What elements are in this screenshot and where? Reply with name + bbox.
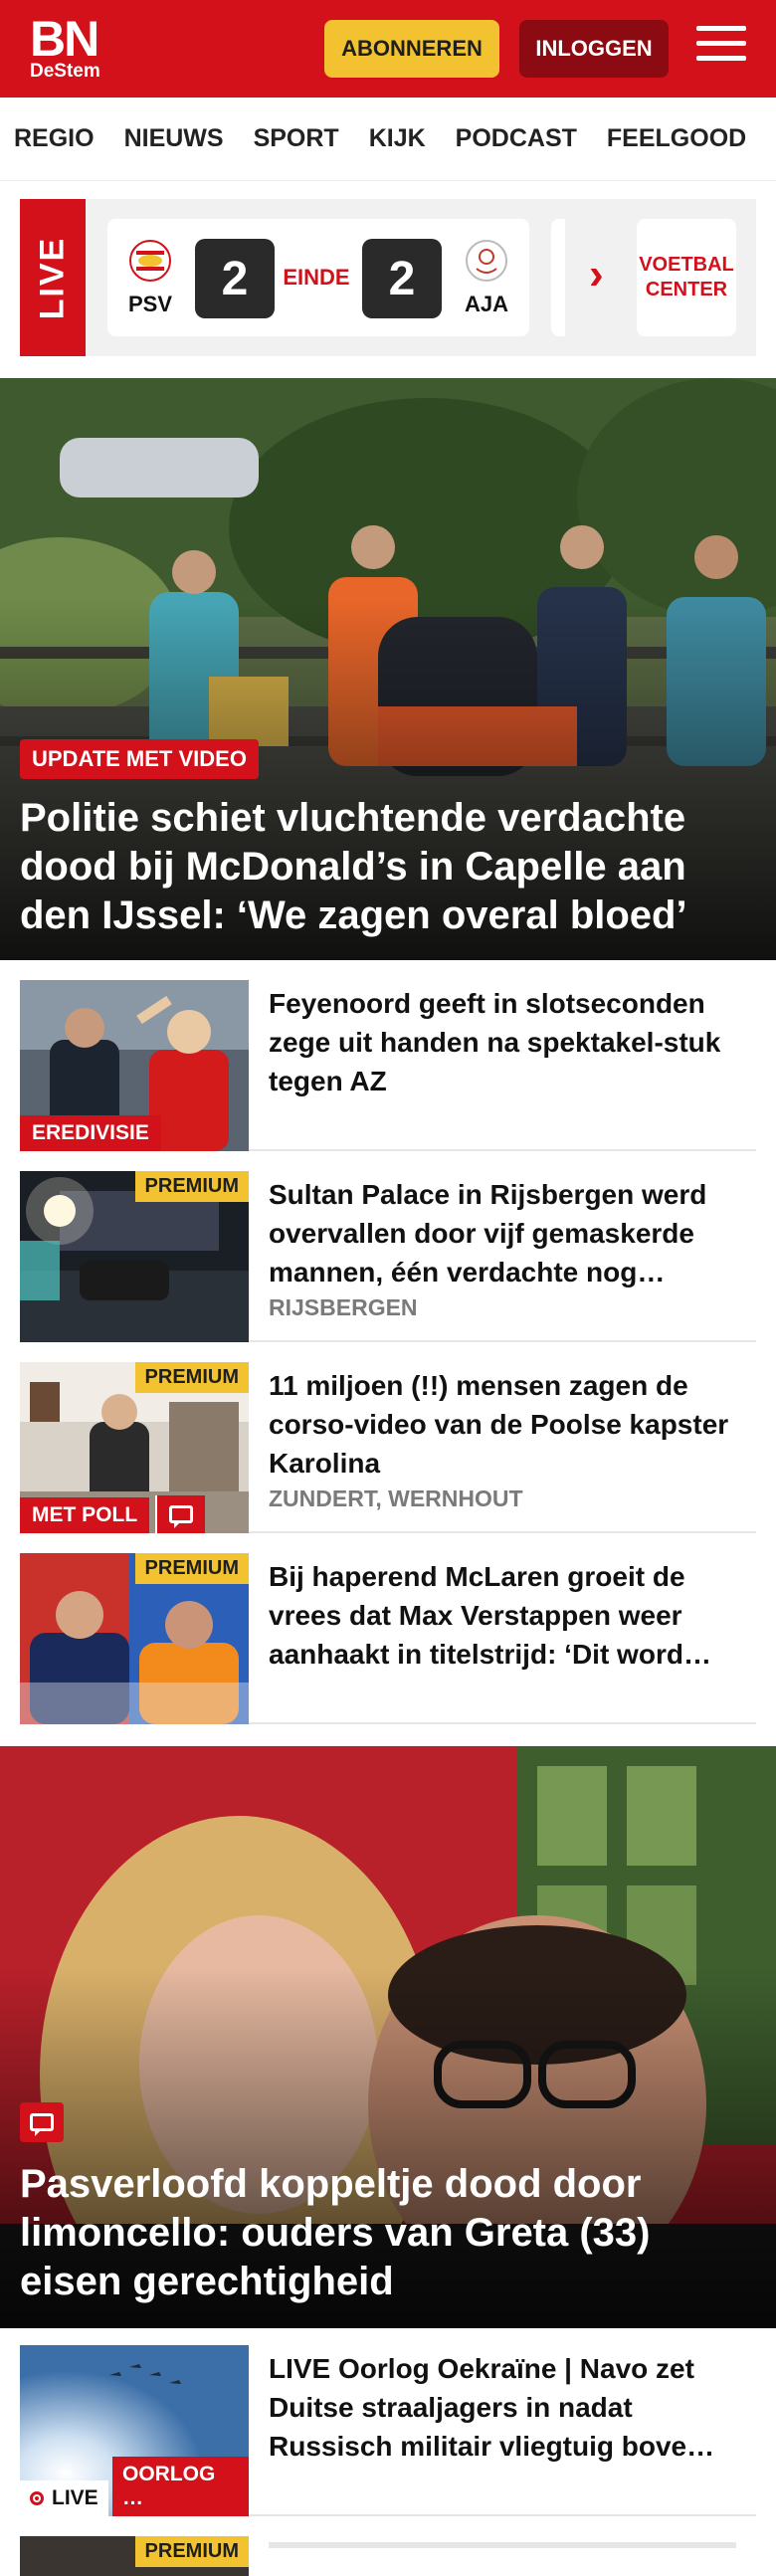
nav-item-kijk[interactable]: KIJK (369, 124, 426, 153)
article-title[interactable]: Sultan Palace in Rijsbergen werd overval… (269, 1175, 756, 1292)
away-team-name: AJA (464, 292, 508, 316)
nav-item-podcast[interactable]: PODCAST (456, 124, 577, 153)
home-team-name: PSV (127, 292, 173, 316)
chevron-right-icon[interactable]: › (589, 253, 604, 297)
list-item-next[interactable]: PREMIUM (20, 2536, 756, 2576)
subscribe-button[interactable]: ABONNEREN (324, 20, 499, 78)
logo-main: BN (30, 11, 99, 67)
list-item-verstappen[interactable]: PREMIUM Bij haperend McLaren groeit de v… (20, 1553, 756, 1724)
psv-crest-icon (129, 240, 171, 282)
article-title[interactable]: Bij haperend McLaren groeit de vrees dat… (269, 1557, 756, 1675)
hero-article-capelle[interactable]: UPDATE MET VIDEO Politie schiet vluchten… (0, 378, 776, 960)
list-item-corso-video[interactable]: PREMIUM MET POLL 11 miljoen (!!) mensen … (20, 1362, 756, 1533)
hero-article-limoncello[interactable]: Pasverloofd koppeltje dood door limoncel… (0, 1746, 776, 2328)
voetbal-center-button[interactable]: VOETBAL CENTER (637, 219, 736, 336)
nav-item-nieuws[interactable]: NIEUWS (124, 124, 224, 153)
site-logo[interactable]: BN DeStem (30, 14, 100, 81)
top-bar: BN DeStem ABONNEREN INLOGGEN (0, 0, 776, 98)
article-thumbnail: PREMIUM (20, 1553, 249, 1724)
premium-badge: PREMIUM (134, 2536, 249, 2567)
ajax-crest-icon (466, 240, 507, 282)
list-item-oorlog-oekraine[interactable]: LIVE OORLOG … LIVE Oorlog Oekraïne | Nav… (20, 2345, 756, 2516)
comment-icon (155, 1495, 205, 1533)
premium-badge: PREMIUM (134, 1553, 249, 1584)
hero-title[interactable]: Politie schiet vluchtende verdachte dood… (20, 794, 756, 939)
hamburger-menu-icon[interactable] (696, 26, 746, 70)
article-location: RIJSBERGEN (269, 1294, 418, 1320)
article-location: ZUNDERT, WERNHOUT (269, 1486, 523, 1511)
logo-sub: DeStem (30, 61, 100, 82)
comment-icon (20, 2102, 64, 2142)
article-thumbnail: PREMIUM (20, 1171, 249, 1342)
title-placeholder (269, 2542, 736, 2548)
oorlog-label: OORLOG … (112, 2457, 249, 2516)
match-status: EINDE (283, 265, 350, 290)
article-title[interactable]: 11 miljoen (!!) mensen zagen de corso-vi… (269, 1366, 756, 1484)
nav-item-feelgood[interactable]: FEELGOOD (607, 124, 746, 153)
list-item-sultan-palace[interactable]: PREMIUM Sultan Palace in Rijsbergen werd… (20, 1171, 756, 1342)
live-dot-icon (30, 2491, 44, 2505)
article-thumbnail: LIVE OORLOG … (20, 2345, 249, 2516)
live-score-strip: LIVE PSV 2 EINDE 2 AJA › VOETBAL CENTER (20, 199, 756, 356)
nav-item-regio[interactable]: REGIO (14, 124, 95, 153)
article-thumbnail: EREDIVISIE (20, 980, 249, 1151)
premium-badge: PREMIUM (134, 1362, 249, 1393)
list-item-feyenoord[interactable]: EREDIVISIE Feyenoord geeft in slotsecond… (20, 980, 756, 1151)
section-nav: REGIO NIEUWS SPORT KIJK PODCAST FEELGOOD (0, 98, 776, 181)
login-button[interactable]: INLOGGEN (519, 20, 669, 78)
live-indicator: LIVE (20, 2480, 108, 2516)
away-score: 2 (362, 239, 442, 318)
article-thumbnail: PREMIUM MET POLL (20, 1362, 249, 1533)
home-team: PSV (115, 239, 185, 317)
away-team: AJA (452, 239, 521, 317)
article-title[interactable]: LIVE Oorlog Oekraïne | Navo zet Duitse s… (269, 2349, 756, 2467)
poll-label: MET POLL (20, 1497, 150, 1533)
eredivisie-label: EREDIVISIE (20, 1115, 161, 1151)
home-score: 2 (195, 239, 275, 318)
hero-title[interactable]: Pasverloofd koppeltje dood door limoncel… (20, 2160, 756, 2305)
next-match-card-edge[interactable] (551, 219, 565, 336)
article-title[interactable]: Feyenoord geeft in slotseconden zege uit… (269, 984, 756, 1101)
article-thumbnail: PREMIUM (20, 2536, 249, 2576)
match-card[interactable]: PSV 2 EINDE 2 AJA (107, 219, 529, 336)
premium-badge: PREMIUM (134, 1171, 249, 1202)
live-tag: LIVE (20, 199, 86, 356)
nav-item-sport[interactable]: SPORT (254, 124, 339, 153)
update-video-label: UPDATE MET VIDEO (20, 739, 259, 779)
